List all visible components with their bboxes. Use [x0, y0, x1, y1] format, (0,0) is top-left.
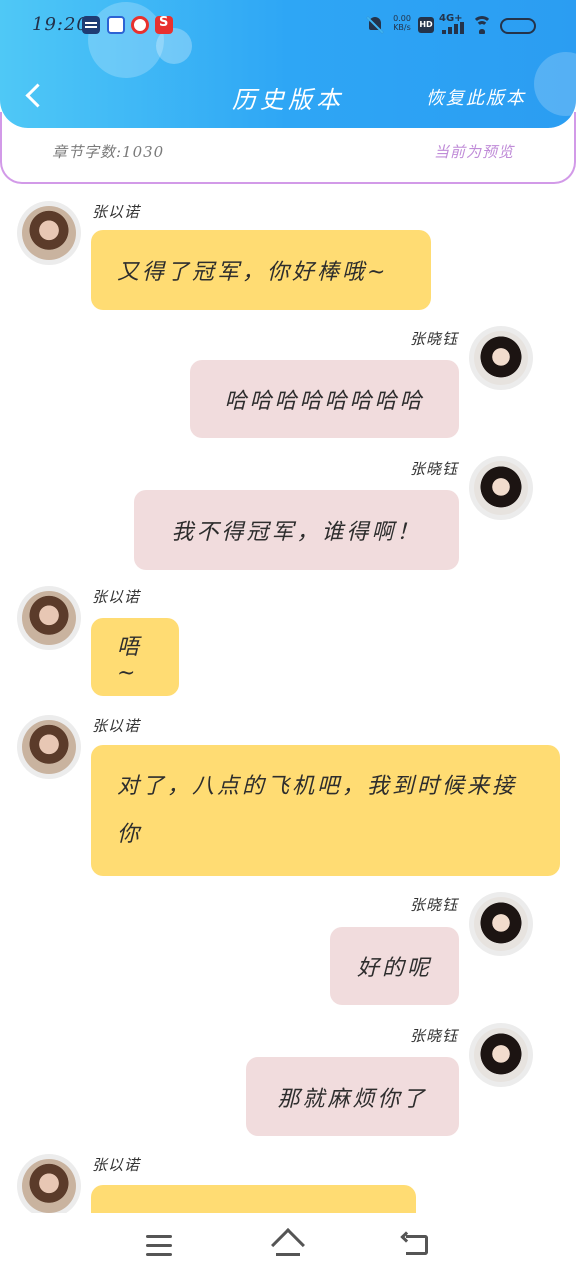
net-speed: 0.00 KB/s	[392, 14, 412, 32]
system-nav-bar	[0, 1213, 576, 1280]
avatar[interactable]	[469, 456, 533, 520]
sender-name: 张晓钰	[409, 1027, 458, 1045]
sender-name: 张以诺	[92, 717, 141, 735]
message-bubble[interactable]: 对了，八点的飞机吧，我到时候来接你	[91, 745, 560, 876]
baidu-icon	[107, 16, 125, 34]
page-title: 历史版本	[232, 86, 344, 114]
message-bubble[interactable]: 哈哈哈哈哈哈哈哈	[190, 360, 459, 438]
status-bar: 19:20 0.00 KB/s HD 4G+	[0, 0, 576, 52]
avatar[interactable]	[469, 1023, 533, 1087]
app-header: 19:20 0.00 KB/s HD 4G+ 历史版本 恢复此版本	[0, 0, 576, 128]
sender-name: 张晓钰	[409, 330, 458, 348]
sender-name: 张晓钰	[409, 460, 458, 478]
sender-name: 张晓钰	[409, 896, 458, 914]
message-bubble[interactable]: 我不得冠军，谁得啊！	[134, 490, 459, 570]
sender-name: 张以诺	[92, 203, 141, 221]
calendar-icon	[82, 16, 100, 34]
message-bubble[interactable]: 那就麻烦你了	[246, 1057, 459, 1136]
battery-icon	[500, 18, 536, 34]
avatar[interactable]	[17, 715, 81, 779]
avatar[interactable]	[17, 201, 81, 265]
weibo-icon	[131, 16, 149, 34]
net-speed-value: 0.00	[393, 14, 411, 23]
status-time: 19:20	[32, 14, 89, 35]
signal-icon	[442, 22, 466, 34]
avatar[interactable]	[469, 892, 533, 956]
chapter-word-count: 章节字数:1030	[52, 143, 165, 161]
home-icon[interactable]	[271, 1228, 305, 1262]
net-speed-unit: KB/s	[393, 23, 411, 32]
avatar[interactable]	[469, 326, 533, 390]
preview-status[interactable]: 当前为预览	[434, 141, 514, 162]
avatar[interactable]	[17, 586, 81, 650]
chat-message-right: 张晓钰 哈哈哈哈哈哈哈哈	[0, 326, 576, 446]
wifi-icon	[472, 16, 492, 34]
message-bubble[interactable]: 唔~	[91, 618, 179, 696]
chat-message-right: 张晓钰 我不得冠军，谁得啊！	[0, 456, 576, 576]
sender-name: 张以诺	[92, 1156, 141, 1174]
chat-message-left: 张以诺 又得了冠军，你好棒哦~	[0, 196, 576, 316]
chat-message-left: 张以诺 对了，八点的飞机吧，我到时候来接你	[0, 713, 576, 883]
chat-message-right: 张晓钰 那就麻烦你了	[0, 1023, 576, 1143]
red-app-icon	[155, 15, 173, 34]
mute-icon	[366, 16, 384, 34]
menu-icon[interactable]	[146, 1235, 172, 1257]
chat-message-left: 张以诺 唔~	[0, 584, 576, 704]
back-icon[interactable]	[400, 1231, 430, 1259]
chat-message-left: 张以诺	[0, 1152, 576, 1213]
hd-icon: HD	[418, 17, 434, 33]
message-bubble[interactable]: 好的呢	[330, 927, 459, 1005]
sender-name: 张以诺	[92, 588, 141, 606]
message-bubble[interactable]: 又得了冠军，你好棒哦~	[91, 230, 431, 310]
message-bubble[interactable]	[91, 1185, 416, 1213]
decor-bubble	[534, 52, 576, 116]
chat-list[interactable]: 张以诺 又得了冠军，你好棒哦~ 张晓钰 哈哈哈哈哈哈哈哈 张晓钰 我不得冠军，谁…	[0, 186, 576, 1213]
chevron-left-icon[interactable]	[20, 80, 46, 112]
chat-message-right: 张晓钰 好的呢	[0, 892, 576, 1012]
avatar[interactable]	[17, 1154, 81, 1213]
restore-version-button[interactable]: 恢复此版本	[410, 84, 526, 110]
